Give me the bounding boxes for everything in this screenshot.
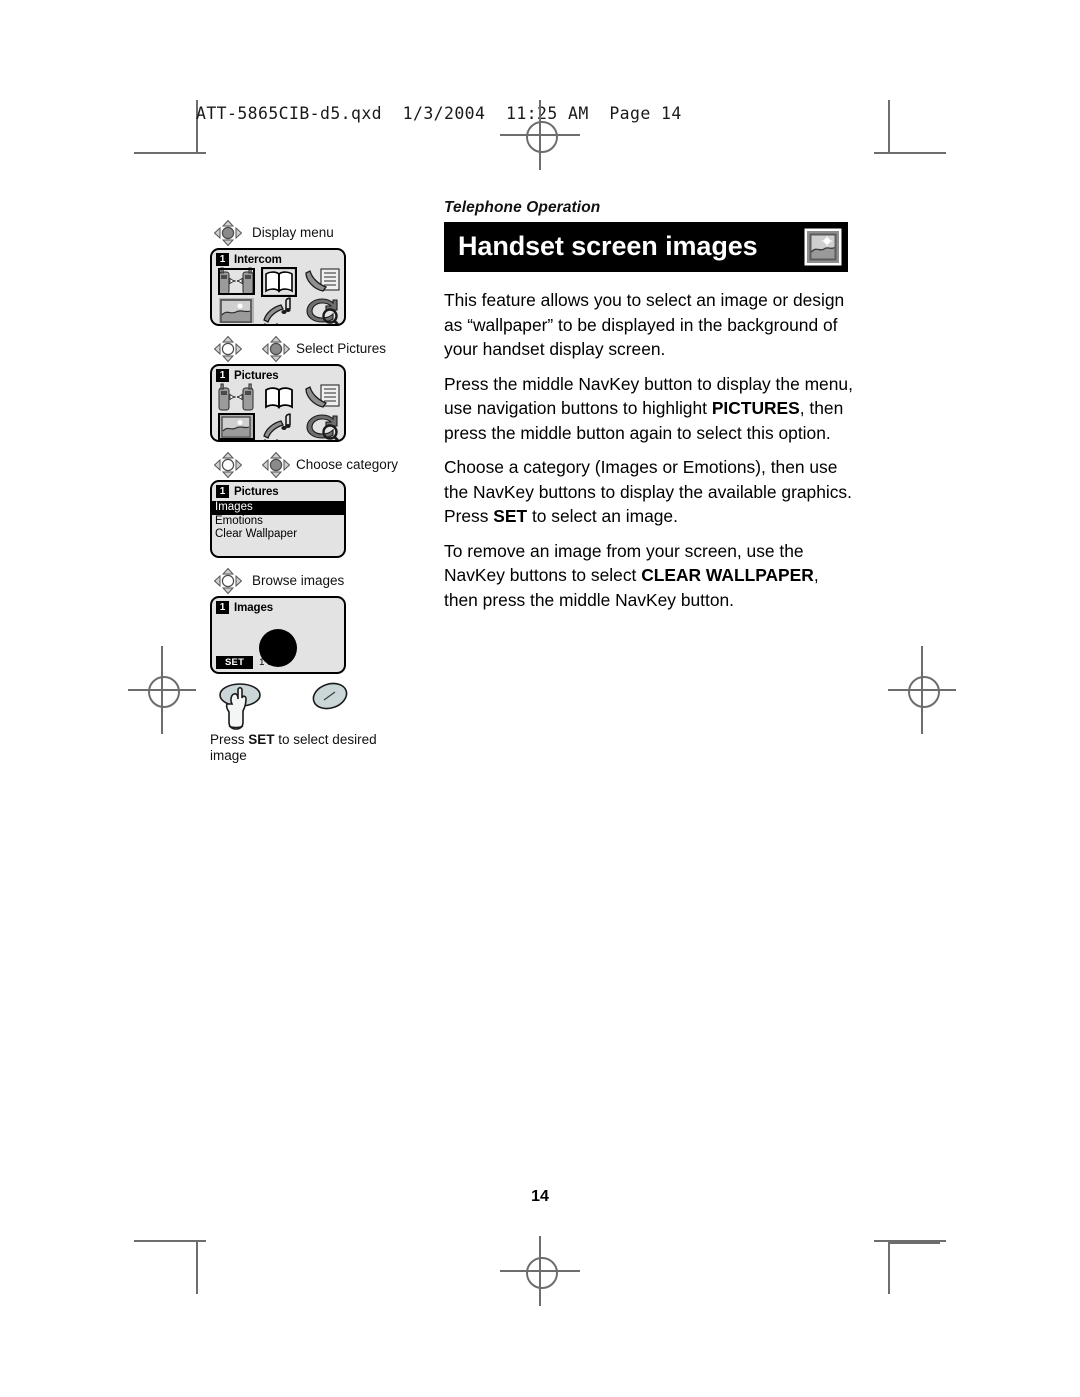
emphasised-term: PICTURES (711, 398, 800, 418)
lcd-header: 1 Pictures (216, 369, 279, 382)
preflight-slug: ATT-5865CIB-d5.qxd 1/3/2004 11:25 AM Pag… (196, 104, 682, 123)
step-row-select-pictures: Select Pictures (210, 335, 410, 364)
lcd-screen-intercom: 1 Intercom (210, 248, 346, 326)
handset-badge: 1 (216, 369, 229, 382)
navkey-icon-pressed[interactable] (213, 219, 243, 247)
settings-icon[interactable] (300, 412, 343, 440)
caller-id-icon[interactable] (300, 267, 343, 296)
body-paragraph: Choose a category (Images or Emotions), … (444, 455, 856, 529)
body-paragraph: This feature allows you to select an ima… (444, 288, 856, 362)
list-item[interactable]: Clear Wallpaper (212, 528, 344, 542)
lcd-screen-image-preview: 1 Images SET 1 of 16 (210, 596, 346, 674)
emphasised-term: SET (493, 506, 528, 526)
lcd-title: Pictures (234, 369, 279, 382)
body-copy: This feature allows you to select an ima… (444, 288, 856, 622)
button-press-illustration (210, 682, 410, 732)
navkey-icon-pressed[interactable] (261, 335, 291, 363)
set-button-with-hand-icon[interactable] (218, 682, 264, 739)
running-head: Telephone Operation (444, 199, 601, 216)
list-item[interactable]: Images (212, 501, 344, 515)
step-label: Select Pictures (296, 341, 387, 356)
caller-id-icon[interactable] (300, 383, 343, 412)
image-counter: 1 of 16 (259, 656, 289, 668)
step-label: Choose category (296, 457, 399, 472)
settings-icon[interactable] (300, 296, 343, 324)
handset-badge: 1 (216, 485, 229, 498)
illustration-column: Display menu 1 Intercom Select Pictures … (210, 219, 410, 764)
intercom-icon[interactable] (215, 383, 258, 412)
lcd-footer: SET 1 of 16 (216, 655, 289, 669)
section-title-bar: Handset screen images (444, 222, 848, 272)
navkey-icon-open[interactable] (213, 451, 243, 479)
step-row-browse-images: Browse images (210, 567, 410, 596)
lcd-menu-list: Images Emotions Clear Wallpaper (212, 501, 344, 542)
crop-mark-top-right-v (888, 100, 890, 152)
step-label: Display menu (252, 225, 334, 240)
phonebook-icon[interactable] (258, 266, 301, 297)
lcd-screen-pictures-grid: 1 Pictures (210, 364, 346, 442)
body-paragraph: To remove an image from your screen, use… (444, 539, 856, 613)
handset-badge: 1 (216, 601, 229, 614)
phonebook-icon[interactable] (258, 383, 301, 412)
pictures-icon[interactable] (215, 296, 258, 324)
registration-mark-right (888, 646, 956, 734)
document-page: ATT-5865CIB-d5.qxd 1/3/2004 11:25 AM Pag… (0, 0, 1080, 1397)
registration-mark-bottom (500, 1236, 580, 1306)
crop-mark-bottom-left-v (196, 1242, 198, 1294)
page-number: 14 (531, 1188, 549, 1205)
crop-mark-top-left-h (134, 152, 206, 154)
text-run: This feature allows you to select an ima… (444, 290, 845, 359)
handset-badge: 1 (216, 253, 229, 266)
text-run: to select an image. (527, 506, 678, 526)
lcd-title: Pictures (234, 485, 279, 498)
body-paragraph: Press the middle NavKey button to displa… (444, 372, 856, 446)
crop-mark-bottom-right-v2 (888, 1242, 890, 1294)
ringers-icon[interactable] (258, 296, 301, 324)
lcd-header: 1 Pictures (216, 485, 279, 498)
navkey-icon-open[interactable] (213, 335, 243, 363)
page-title: Handset screen images (458, 230, 758, 261)
lcd-icon-grid (215, 383, 343, 440)
step-row-choose-category: Choose category (210, 451, 410, 480)
crop-mark-top-right-h (874, 152, 946, 154)
navkey-icon-pressed[interactable] (261, 451, 291, 479)
pictures-icon[interactable] (215, 412, 258, 440)
picture-frame-icon (803, 227, 843, 267)
lcd-title: Intercom (234, 253, 282, 266)
lcd-screen-pictures-list: 1 Pictures Images Emotions Clear Wallpap… (210, 480, 346, 558)
lcd-header: 1 Images (216, 601, 273, 614)
lcd-title: Images (234, 601, 274, 614)
set-softkey-label[interactable]: SET (216, 655, 254, 669)
ringers-icon[interactable] (258, 412, 301, 440)
step-label: Browse images (252, 573, 345, 588)
lcd-header: 1 Intercom (216, 253, 282, 266)
intercom-icon[interactable] (215, 267, 258, 296)
emphasised-term: CLEAR WALLPAPER (641, 565, 814, 585)
navkey-icon-open[interactable] (213, 567, 243, 595)
lcd-icon-grid (215, 266, 343, 324)
step-row-display-menu: Display menu (210, 219, 410, 248)
registration-mark-left (128, 646, 196, 734)
crop-mark-bottom-right-v (888, 1242, 940, 1244)
navkey-oval-button-icon[interactable] (310, 680, 350, 717)
list-item[interactable]: Emotions (212, 515, 344, 529)
